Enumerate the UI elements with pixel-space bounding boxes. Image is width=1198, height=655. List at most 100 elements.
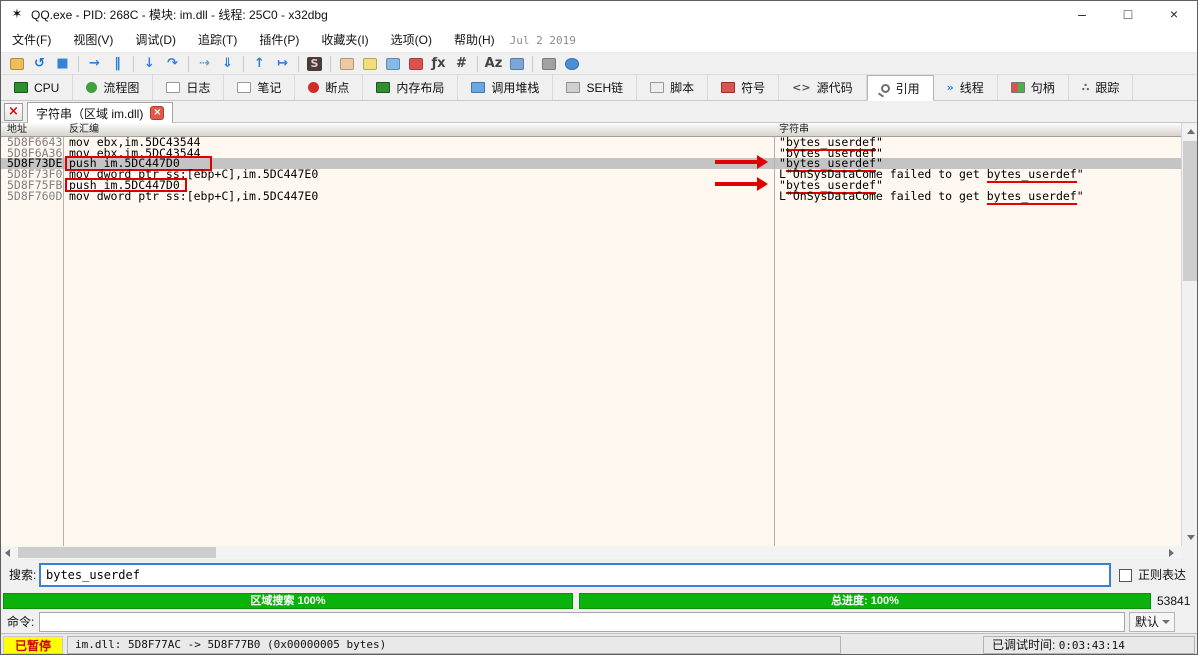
tab-threads[interactable]: » 线程 bbox=[934, 75, 998, 100]
x32dbg-window: ✶ QQ.exe - PID: 268C - 模块: im.dll - 线程: … bbox=[0, 0, 1198, 655]
regex-checkbox[interactable] bbox=[1119, 569, 1132, 582]
tab-cpu-label: CPU bbox=[34, 81, 59, 95]
tab-graph[interactable]: 流程图 bbox=[73, 75, 153, 100]
scroll-down-arrow-icon[interactable] bbox=[1187, 535, 1195, 540]
functions-icon[interactable]: ƒx bbox=[427, 54, 450, 74]
tab-cpu[interactable]: CPU bbox=[1, 75, 73, 100]
restart-icon[interactable]: ↺ bbox=[28, 54, 51, 74]
notepad-icon bbox=[510, 58, 524, 70]
calculator-icon[interactable] bbox=[537, 54, 560, 74]
execute-till-return-icon[interactable]: ↑ bbox=[248, 54, 271, 74]
tab-log-label: 日志 bbox=[186, 79, 210, 96]
scroll-up-arrow-icon[interactable] bbox=[1187, 129, 1195, 134]
search-row: 搜索: 正则表达式 bbox=[1, 559, 1197, 591]
menu-item[interactable]: 帮助(H) bbox=[443, 29, 506, 52]
tab-threads-icon: » bbox=[947, 82, 954, 93]
column-header-string[interactable]: 字符串 bbox=[779, 123, 809, 136]
subtab-close-icon[interactable]: × bbox=[150, 106, 164, 120]
tab-notes[interactable]: 笔记 bbox=[224, 75, 295, 100]
region-search-progressbar: 区域搜索 100% bbox=[3, 593, 573, 609]
step-over-icon[interactable]: ↷ bbox=[161, 54, 184, 74]
tab-notes-label: 笔记 bbox=[257, 79, 281, 96]
title-bar[interactable]: ✶ QQ.exe - PID: 268C - 模块: im.dll - 线程: … bbox=[1, 1, 1197, 29]
menu-item[interactable]: 追踪(T) bbox=[187, 29, 248, 52]
string-cell: L"OnSysDataCome failed to get bytes_user… bbox=[779, 191, 1084, 202]
step-over-icon: ↷ bbox=[167, 57, 178, 71]
column-header-address[interactable]: 地址 bbox=[7, 123, 27, 136]
run-to-user-code-icon: ↦ bbox=[277, 57, 288, 71]
horizontal-scrollbar[interactable] bbox=[1, 546, 1181, 559]
menu-item[interactable]: 文件(F) bbox=[1, 29, 62, 52]
ascii-table-icon[interactable]: Az bbox=[482, 54, 505, 74]
tab-trace[interactable]: ∴跟踪 bbox=[1069, 75, 1134, 100]
table-row[interactable]: 5D8F760Dmov dword ptr ss:[ebp+C],im.5DC4… bbox=[1, 191, 1181, 202]
step-into-icon[interactable]: ↓ bbox=[138, 54, 161, 74]
menu-item[interactable]: 插件(P) bbox=[248, 29, 310, 52]
tab-symbols[interactable]: 符号 bbox=[708, 75, 779, 100]
menu-item[interactable]: 调试(D) bbox=[124, 29, 187, 52]
minimize-button[interactable]: – bbox=[1059, 1, 1105, 29]
toolbar-separator bbox=[477, 56, 478, 72]
tab-handles[interactable]: 句柄 bbox=[998, 75, 1069, 100]
toolbar-separator bbox=[532, 56, 533, 72]
labels-icon[interactable] bbox=[381, 54, 404, 74]
run-to-user-code-icon[interactable]: ↦ bbox=[271, 54, 294, 74]
comments-icon bbox=[363, 58, 377, 70]
tab-source[interactable]: <>源代码 bbox=[779, 75, 866, 100]
string-text: " bbox=[1077, 189, 1084, 203]
toolbar-separator bbox=[330, 56, 331, 72]
vertical-scroll-thumb[interactable] bbox=[1183, 141, 1198, 281]
patches-icon[interactable] bbox=[335, 54, 358, 74]
pause-icon[interactable]: ‖ bbox=[106, 54, 129, 74]
command-input[interactable] bbox=[39, 612, 1125, 632]
comments-icon[interactable] bbox=[358, 54, 381, 74]
horizontal-scroll-thumb[interactable] bbox=[18, 547, 216, 558]
menu-item[interactable]: 收藏夹(I) bbox=[310, 29, 379, 52]
tab-memory-map[interactable]: 内存布局 bbox=[363, 75, 458, 100]
toolbar-separator bbox=[243, 56, 244, 72]
column-divider[interactable] bbox=[774, 123, 775, 546]
tab-seh[interactable]: SEH链 bbox=[553, 75, 637, 100]
column-divider[interactable] bbox=[63, 123, 64, 546]
internet-icon[interactable] bbox=[560, 54, 583, 74]
strings-subtab[interactable]: 字符串（区域 im.dll) × bbox=[27, 102, 173, 123]
command-profile-dropdown[interactable]: 默认 bbox=[1129, 612, 1175, 632]
tab-threads-label: 线程 bbox=[960, 79, 984, 96]
open-file-icon[interactable] bbox=[5, 54, 28, 74]
close-button[interactable]: × bbox=[1151, 1, 1197, 29]
run-to-cursor-icon[interactable]: ⇢ bbox=[193, 54, 216, 74]
scroll-right-arrow[interactable] bbox=[1164, 546, 1178, 559]
seh-chain-icon[interactable]: S bbox=[303, 54, 326, 74]
bookmarks-icon[interactable] bbox=[404, 54, 427, 74]
column-header-disassembly[interactable]: 反汇编 bbox=[69, 123, 99, 136]
calculator-icon bbox=[542, 58, 556, 70]
tab-breakpoints-label: 断点 bbox=[325, 79, 349, 96]
tab-references-label: 引用 bbox=[896, 80, 920, 97]
strings-reference-table[interactable]: 地址 反汇编 字符串 5D8F6643mov ebx,im.5DC43544"b… bbox=[1, 123, 1181, 546]
scroll-left-arrow[interactable] bbox=[1, 546, 15, 559]
tab-call-stack[interactable]: 调用堆栈 bbox=[458, 75, 553, 100]
debug-time-label: 已调试时间: bbox=[992, 638, 1055, 652]
tab-log[interactable]: 日志 bbox=[153, 75, 224, 100]
stop-debug-icon[interactable]: ■ bbox=[51, 54, 74, 74]
menu-item[interactable]: 选项(O) bbox=[380, 29, 443, 52]
tab-script[interactable]: 脚本 bbox=[637, 75, 708, 100]
restart-icon: ↺ bbox=[34, 57, 45, 71]
step-out-icon[interactable]: ⇓ bbox=[216, 54, 239, 74]
toolbar-separator bbox=[133, 56, 134, 72]
maximize-button[interactable]: □ bbox=[1105, 1, 1151, 29]
close-all-tabs-button[interactable]: × bbox=[4, 103, 23, 121]
status-debug-time: 已调试时间: 0:03:43:14 bbox=[983, 636, 1195, 654]
search-match-underlined: bytes_userdef bbox=[987, 189, 1077, 203]
tab-symbols-label: 符号 bbox=[741, 79, 765, 96]
tab-references[interactable]: 引用 bbox=[867, 75, 934, 101]
vertical-scrollbar[interactable] bbox=[1181, 123, 1198, 546]
menu-item[interactable]: 视图(V) bbox=[62, 29, 124, 52]
toolbar: ↺ ■ →‖ ↓ ↷ ⇢⇓ ↑ ↦ Sƒx# Az bbox=[1, 53, 1197, 75]
notepad-icon[interactable] bbox=[505, 54, 528, 74]
subtab-bar: × 字符串（区域 im.dll) × bbox=[1, 101, 1197, 123]
search-input[interactable] bbox=[39, 563, 1111, 587]
hash-icon[interactable]: # bbox=[450, 54, 473, 74]
tab-breakpoints[interactable]: 断点 bbox=[295, 75, 363, 100]
run-icon[interactable]: → bbox=[83, 54, 106, 74]
